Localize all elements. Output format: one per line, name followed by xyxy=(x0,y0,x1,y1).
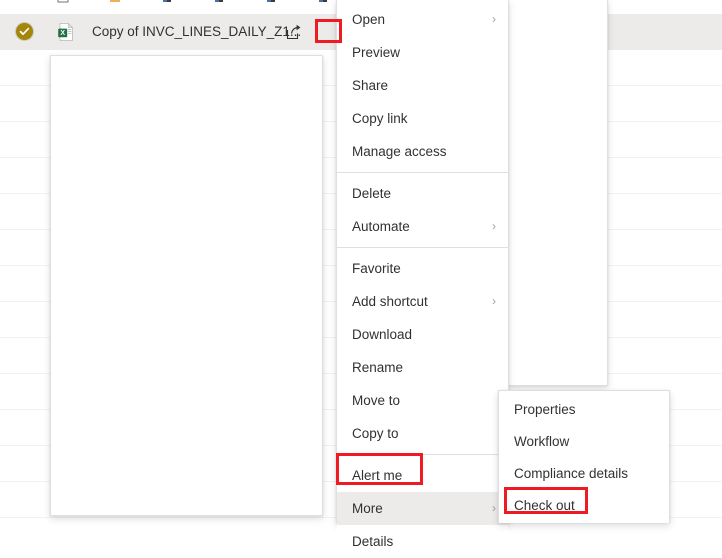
sync-icon[interactable] xyxy=(160,0,174,5)
share-icon[interactable] xyxy=(285,23,303,41)
more-submenu[interactable]: Properties Workflow Compliance details Chec… xyxy=(498,390,670,523)
chevron-right-icon: › xyxy=(492,294,496,308)
command-bar-icons xyxy=(56,0,382,5)
menu-item-label: Favorite xyxy=(352,261,401,276)
menu-separator xyxy=(337,454,508,455)
file-preview-panel xyxy=(50,55,323,516)
menu-item-check-out[interactable]: Check out xyxy=(499,490,669,522)
upload-icon[interactable] xyxy=(108,0,122,5)
svg-text:X: X xyxy=(60,30,65,37)
chevron-right-icon: › xyxy=(492,12,496,26)
automate-icon[interactable] xyxy=(264,0,278,5)
menu-separator xyxy=(337,247,508,248)
menu-item-label: Alert me xyxy=(352,468,403,483)
menu-item-alert-me[interactable]: Alert me xyxy=(337,459,508,492)
menu-item-details[interactable]: Details xyxy=(337,525,508,558)
menu-item-label: Preview xyxy=(352,45,401,60)
menu-item-manage-access[interactable]: Manage access xyxy=(337,135,508,168)
menu-item-compliance-details[interactable]: Compliance details xyxy=(499,458,669,490)
menu-item-label: Copy to xyxy=(352,426,399,441)
ellipsis-dot xyxy=(326,39,330,43)
menu-item-copy-to[interactable]: Copy to xyxy=(337,417,508,450)
chevron-right-icon: › xyxy=(492,501,496,515)
menu-item-properties[interactable]: Properties xyxy=(499,394,669,426)
menu-item-label: Add shortcut xyxy=(352,294,428,309)
menu-item-more[interactable]: More › xyxy=(337,492,508,525)
menu-item-share[interactable]: Share xyxy=(337,69,508,102)
menu-item-label: Share xyxy=(352,78,389,93)
menu-item-label: Manage access xyxy=(352,144,447,159)
menu-item-download[interactable]: Download xyxy=(337,318,508,351)
menu-item-label: Move to xyxy=(352,393,401,408)
menu-item-label: Copy link xyxy=(352,111,408,126)
menu-item-label: Delete xyxy=(352,186,392,201)
menu-item-copy-link[interactable]: Copy link xyxy=(337,102,508,135)
menu-item-rename[interactable]: Rename xyxy=(337,351,508,384)
export-icon[interactable] xyxy=(212,0,226,5)
menu-item-label: Automate xyxy=(352,219,410,234)
open-submenu-panel[interactable] xyxy=(508,0,608,386)
menu-item-label: Workflow xyxy=(514,434,570,449)
file-name-label[interactable]: Copy of INVC_LINES_DAILY_Z1... xyxy=(92,14,301,50)
menu-item-preview[interactable]: Preview xyxy=(337,36,508,69)
new-icon[interactable] xyxy=(56,0,70,5)
menu-item-label: Check out xyxy=(514,498,575,513)
menu-item-label: Details xyxy=(352,534,394,549)
menu-item-label: Open xyxy=(352,12,386,27)
menu-item-automate[interactable]: Automate › xyxy=(337,210,508,243)
menu-item-delete[interactable]: Delete xyxy=(337,177,508,210)
menu-separator xyxy=(337,172,508,173)
checked-out-status-icon xyxy=(16,23,33,40)
chevron-right-icon: › xyxy=(492,219,496,233)
menu-item-workflow[interactable]: Workflow xyxy=(499,426,669,458)
menu-item-label: More xyxy=(352,501,383,516)
file-context-menu[interactable]: Open › Preview Share Copy link Manage access D… xyxy=(336,0,509,558)
menu-item-open[interactable]: Open › xyxy=(337,3,508,36)
menu-item-move-to[interactable]: Move to xyxy=(337,384,508,417)
ellipsis-dot xyxy=(320,39,324,43)
menu-item-label: Download xyxy=(352,327,413,342)
menu-item-label: Properties xyxy=(514,402,576,417)
menu-item-favorite[interactable]: Favorite xyxy=(337,252,508,285)
menu-item-label: Rename xyxy=(352,360,404,375)
menu-item-add-shortcut[interactable]: Add shortcut › xyxy=(337,285,508,318)
excel-file-icon: X xyxy=(56,22,76,42)
menu-item-label: Compliance details xyxy=(514,466,629,481)
integrate-icon[interactable] xyxy=(316,0,330,5)
